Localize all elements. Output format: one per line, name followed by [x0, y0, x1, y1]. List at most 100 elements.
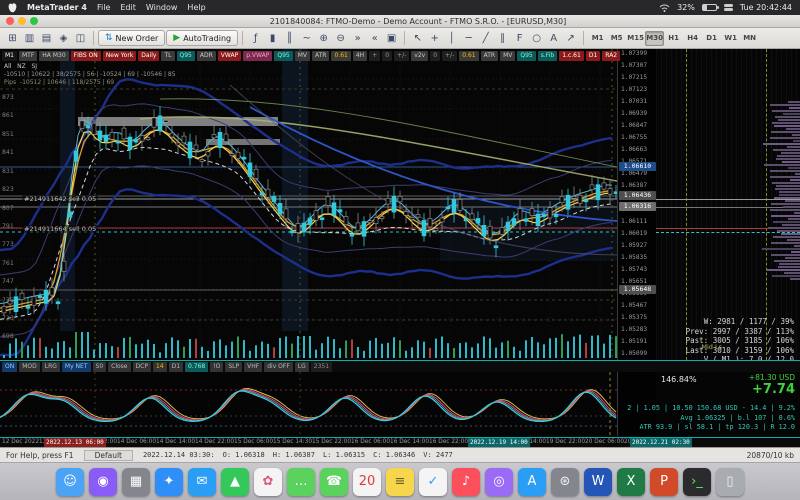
price-chart-canvas[interactable]: [0, 49, 617, 360]
menu-item[interactable]: File: [97, 3, 110, 12]
timeframe-button[interactable]: M1: [588, 31, 607, 46]
indicator-chip[interactable]: MV: [500, 51, 515, 61]
dock-icon-notes[interactable]: ≡: [386, 468, 414, 496]
timeframe-button[interactable]: D1: [702, 31, 721, 46]
menu-app-name[interactable]: MetaTrader 4: [27, 3, 87, 12]
toolbar-icon-fibonacci[interactable]: F: [511, 30, 528, 46]
indicator-chip[interactable]: TL: [161, 51, 174, 61]
toolbar-icon-templates[interactable]: ▣: [383, 30, 400, 46]
indicator-chip[interactable]: p.VWAP: [243, 51, 272, 61]
toolbar-icon-cursor[interactable]: ↖: [409, 30, 426, 46]
toolbar-icon-market-watch[interactable]: ▤: [38, 30, 55, 46]
indicator-chip[interactable]: 1.c.61: [559, 51, 584, 61]
indicator-chip[interactable]: Q95: [517, 51, 535, 61]
toolbar-icon-new-chart[interactable]: ⊞: [4, 30, 21, 46]
timeframe-button[interactable]: M30: [645, 31, 664, 46]
apple-menu-icon[interactable]: [8, 2, 17, 13]
zoom-window-button[interactable]: [30, 17, 38, 25]
dock-icon-music[interactable]: ♪: [452, 468, 480, 496]
dock-icon-app-store[interactable]: A: [518, 468, 546, 496]
dock-icon-reminders[interactable]: ✓: [419, 468, 447, 496]
toolbar-icon-ellipse[interactable]: ○: [528, 30, 545, 46]
indicator-chip[interactable]: 4H: [353, 51, 367, 61]
control-chip[interactable]: ON: [2, 362, 17, 372]
dock-icon-siri[interactable]: ◉: [89, 468, 117, 496]
control-chip[interactable]: MOD: [19, 362, 40, 372]
indicator-chip[interactable]: s.Fib: [538, 51, 558, 61]
toolbar-icon-profiles[interactable]: ▥: [21, 30, 38, 46]
minimize-window-button[interactable]: [18, 17, 26, 25]
dock-icon-trash[interactable]: ▯: [716, 468, 744, 496]
toolbar-icon-text[interactable]: A: [545, 30, 562, 46]
toolbar-icon-vertical-line[interactable]: │: [443, 30, 460, 46]
indicator-chip[interactable]: ATR: [481, 51, 498, 61]
timeframe-button[interactable]: M5: [607, 31, 626, 46]
control-chip[interactable]: VHF: [244, 362, 262, 372]
indicator-chip[interactable]: 0: [382, 51, 392, 61]
dock-icon-excel[interactable]: X: [617, 468, 645, 496]
control-chip[interactable]: div OFF: [264, 362, 293, 372]
toolbar-icon-bar-chart[interactable]: ║: [281, 30, 298, 46]
time-axis[interactable]: 12 Dec 202213 Dec 14:0013 Dec 22:0014 De…: [0, 437, 800, 447]
menu-item[interactable]: Window: [146, 3, 178, 12]
indicator-chip[interactable]: MTF: [19, 51, 37, 61]
toolbar-icon-zoom-out[interactable]: ⊖: [332, 30, 349, 46]
control-chip[interactable]: LG: [295, 362, 309, 372]
dock-icon-photos[interactable]: ✿: [254, 468, 282, 496]
order-line-label[interactable]: #214911642 sell 0.05: [22, 195, 98, 203]
indicator-chip[interactable]: Q95: [177, 51, 195, 61]
indicator-chip[interactable]: v2v: [411, 51, 428, 61]
toolbar-icon-navigator[interactable]: ◈: [55, 30, 72, 46]
control-center-icon[interactable]: [724, 4, 733, 11]
toolbar-icon-zoom-in[interactable]: ⊕: [315, 30, 332, 46]
toolbar-icon-line-chart[interactable]: ~: [298, 30, 315, 46]
close-window-button[interactable]: [6, 17, 14, 25]
order-line-label[interactable]: #214911664 sell 0.05: [22, 225, 98, 233]
control-chip[interactable]: DCP: [133, 362, 151, 372]
control-chip[interactable]: My NET: [62, 362, 91, 372]
new-order-button[interactable]: ⇅ New Order: [98, 30, 165, 46]
indicator-chip[interactable]: Daily: [138, 51, 159, 61]
menu-clock[interactable]: Tue 20:42:44: [740, 3, 792, 12]
dock-icon-mail[interactable]: ✉: [188, 468, 216, 496]
toolbar-icon-terminal-panel[interactable]: ◫: [72, 30, 89, 46]
indicator-chip[interactable]: M1: [2, 51, 17, 61]
timeframe-button[interactable]: M15: [626, 31, 645, 46]
indicator-chip[interactable]: New York: [103, 51, 136, 61]
indicator-chip[interactable]: RA2: [602, 51, 620, 61]
price-axis[interactable]: 1.073991.073071.072151.071231.070311.069…: [617, 49, 656, 360]
timeframe-button[interactable]: MN: [740, 31, 759, 46]
dock-icon-maps[interactable]: ▲: [221, 468, 249, 496]
indicator-chip[interactable]: 0.61: [331, 51, 350, 61]
control-chip[interactable]: SLP: [225, 362, 242, 372]
timeframe-button[interactable]: H4: [683, 31, 702, 46]
dock-icon-podcasts[interactable]: ◎: [485, 468, 513, 496]
control-chip[interactable]: !O: [210, 362, 223, 372]
timeframe-button[interactable]: H1: [664, 31, 683, 46]
indicator-chip[interactable]: VWAP: [218, 51, 241, 61]
indicator-chip[interactable]: D1: [586, 51, 600, 61]
dock-icon-word[interactable]: W: [584, 468, 612, 496]
control-chip[interactable]: 2351: [311, 362, 332, 372]
dock-icon-calendar[interactable]: 20: [353, 468, 381, 496]
toolbar-icon-chart-shift[interactable]: «: [366, 30, 383, 46]
toolbar-icon-candle-chart[interactable]: ▮: [264, 30, 281, 46]
toolbar-icon-trendline[interactable]: ╱: [477, 30, 494, 46]
control-chip[interactable]: 14: [153, 362, 167, 372]
toolbar-icon-auto-scroll[interactable]: »: [349, 30, 366, 46]
toolbar-icon-horizontal-line[interactable]: ─: [460, 30, 477, 46]
dock-icon-messages[interactable]: …: [287, 468, 315, 496]
indicator-chip[interactable]: +/-: [442, 51, 457, 61]
dock-icon-powerpoint[interactable]: P: [650, 468, 678, 496]
right-profile-panel[interactable]: [656, 49, 800, 360]
toolbar-icon-channel[interactable]: ∥: [494, 30, 511, 46]
control-chip[interactable]: 0.768: [185, 362, 208, 372]
indicator-chip[interactable]: +/-: [394, 51, 409, 61]
control-chip[interactable]: Close: [108, 362, 130, 372]
wifi-icon[interactable]: [659, 4, 670, 12]
dock-icon-finder[interactable]: ☺: [56, 468, 84, 496]
indicator-chip[interactable]: ADR: [197, 51, 216, 61]
control-chip[interactable]: D1: [169, 362, 183, 372]
toolbar-icon-indicators[interactable]: ƒ: [247, 30, 264, 46]
dock-icon-safari[interactable]: ✦: [155, 468, 183, 496]
